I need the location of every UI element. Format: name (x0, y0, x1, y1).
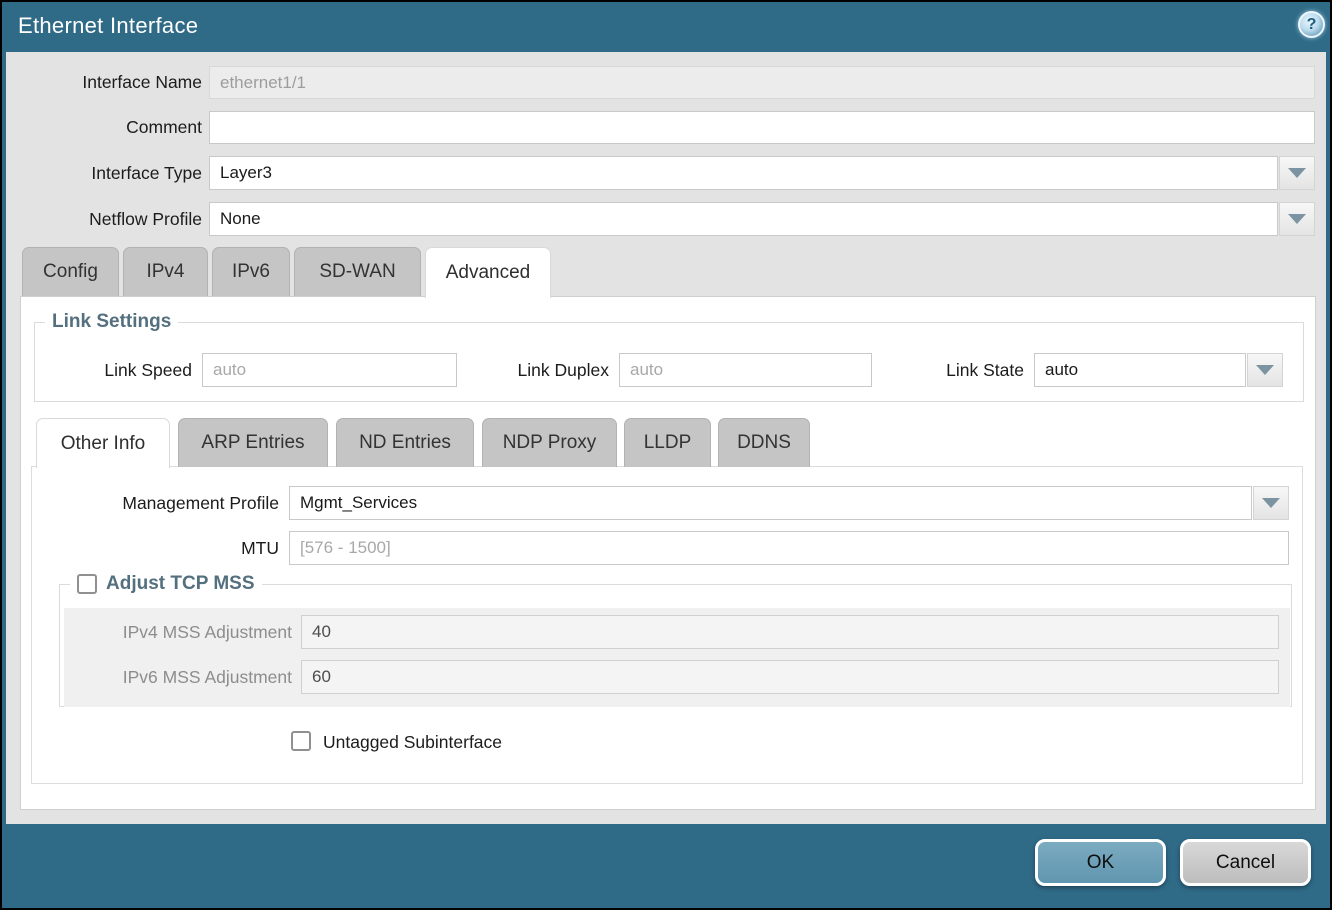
management-profile-label: Management Profile (62, 486, 279, 520)
tab-sdwan[interactable]: SD-WAN (294, 247, 421, 296)
link-duplex-label: Link Duplex (472, 353, 609, 387)
tab-advanced[interactable]: Advanced (425, 247, 551, 298)
link-state-value[interactable] (1034, 353, 1246, 387)
titlebar: Ethernet Interface ? (2, 2, 1330, 52)
tab-ipv6[interactable]: IPv6 (212, 247, 290, 296)
management-profile-dropdown-button[interactable] (1253, 486, 1289, 520)
interface-name-field (209, 66, 1315, 99)
netflow-profile-value[interactable] (209, 202, 1278, 236)
link-state-label: Link State (882, 353, 1024, 387)
mtu-field[interactable] (289, 531, 1289, 565)
tab-other-info[interactable]: Other Info (36, 418, 170, 468)
link-duplex-field[interactable] (619, 353, 872, 387)
interface-name-label: Interface Name (2, 66, 202, 99)
untagged-subinterface-checkbox[interactable] (291, 731, 311, 751)
tab-config[interactable]: Config (22, 247, 119, 296)
cancel-button[interactable]: Cancel (1180, 839, 1311, 886)
tab-lldp[interactable]: LLDP (624, 418, 711, 467)
interface-type-dropdown[interactable] (209, 156, 1315, 190)
link-speed-field[interactable] (202, 353, 457, 387)
link-settings-legend: Link Settings (52, 311, 171, 333)
ipv6-mss-field (301, 660, 1279, 694)
interface-type-label: Interface Type (2, 156, 202, 190)
ipv4-mss-field (301, 615, 1279, 649)
chevron-down-icon (1256, 365, 1274, 375)
interface-type-dropdown-button[interactable] (1279, 156, 1315, 190)
dialog-title: Ethernet Interface (18, 13, 198, 39)
netflow-profile-dropdown-button[interactable] (1279, 202, 1315, 236)
adjust-tcp-mss-checkbox[interactable] (77, 574, 97, 594)
tab-ddns[interactable]: DDNS (718, 418, 810, 467)
netflow-profile-label: Netflow Profile (2, 202, 202, 236)
comment-field[interactable] (209, 111, 1315, 144)
untagged-subinterface-label: Untagged Subinterface (323, 732, 502, 752)
ipv6-mss-label: IPv6 MSS Adjustment (82, 660, 292, 694)
comment-label: Comment (2, 111, 202, 144)
help-icon[interactable]: ? (1298, 11, 1325, 38)
management-profile-value[interactable] (289, 486, 1252, 520)
mtu-label: MTU (62, 531, 279, 565)
tab-ndp-proxy[interactable]: NDP Proxy (482, 418, 617, 467)
tab-nd-entries[interactable]: ND Entries (336, 418, 474, 467)
netflow-profile-dropdown[interactable] (209, 202, 1315, 236)
link-state-dropdown-button[interactable] (1247, 353, 1283, 387)
adjust-tcp-mss-legend: Adjust TCP MSS (106, 573, 255, 595)
link-speed-label: Link Speed (32, 353, 192, 387)
chevron-down-icon (1288, 214, 1306, 224)
ok-button[interactable]: OK (1035, 839, 1166, 886)
management-profile-dropdown[interactable] (289, 486, 1289, 520)
ipv4-mss-label: IPv4 MSS Adjustment (82, 615, 292, 649)
chevron-down-icon (1288, 168, 1306, 178)
tab-ipv4[interactable]: IPv4 (123, 247, 208, 296)
ethernet-interface-dialog: Ethernet Interface ? Interface Name Comm… (0, 0, 1332, 910)
interface-type-value[interactable] (209, 156, 1278, 190)
chevron-down-icon (1262, 498, 1280, 508)
tab-arp-entries[interactable]: ARP Entries (178, 418, 328, 467)
link-state-dropdown[interactable] (1034, 353, 1283, 387)
